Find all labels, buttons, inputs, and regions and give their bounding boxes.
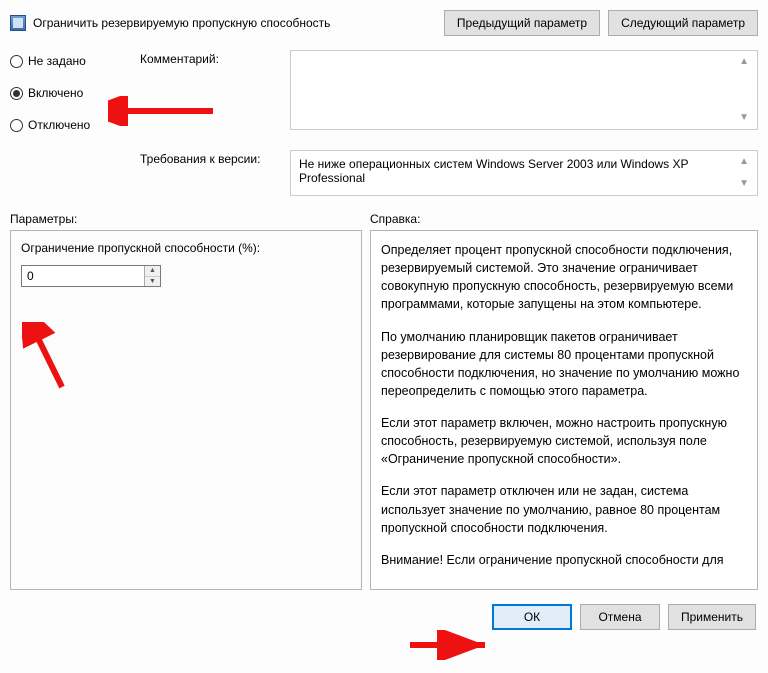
radio-disabled[interactable]: Отключено xyxy=(10,118,120,132)
cancel-button[interactable]: Отмена xyxy=(580,604,660,630)
next-setting-button[interactable]: Следующий параметр xyxy=(608,10,758,36)
help-paragraph: Если этот параметр отключен или не задан… xyxy=(381,482,747,536)
help-paragraph: Если этот параметр включен, можно настро… xyxy=(381,414,747,468)
radio-not-configured-label: Не задано xyxy=(28,54,86,68)
comment-label: Комментарий: xyxy=(140,50,280,66)
help-panel: Определяет процент пропускной способност… xyxy=(370,230,758,590)
comment-textarea[interactable]: ▲ ▼ xyxy=(290,50,758,130)
radio-icon xyxy=(10,55,23,68)
scroll-down-icon[interactable]: ▼ xyxy=(739,113,749,123)
scroll-up-icon[interactable]: ▲ xyxy=(739,57,749,67)
bandwidth-limit-input[interactable] xyxy=(22,266,144,286)
radio-enabled[interactable]: Включено xyxy=(10,86,120,100)
requirements-text: Не ниже операционных систем Windows Serv… xyxy=(290,150,758,196)
radio-enabled-label: Включено xyxy=(28,86,83,100)
ok-button[interactable]: ОК xyxy=(492,604,572,630)
radio-not-configured[interactable]: Не задано xyxy=(10,54,120,68)
options-panel: Ограничение пропускной способности (%): … xyxy=(10,230,362,590)
window-title: Ограничить резервируемую пропускную спос… xyxy=(33,16,330,30)
help-paragraph: Определяет процент пропускной способност… xyxy=(381,241,747,314)
spinner-up-button[interactable]: ▲ xyxy=(145,266,160,277)
radio-icon xyxy=(10,87,23,100)
help-section-label: Справка: xyxy=(370,212,758,226)
options-section-label: Параметры: xyxy=(10,212,370,226)
requirements-label: Требования к версии: xyxy=(140,150,280,166)
scroll-up-icon[interactable]: ▲ xyxy=(739,157,749,167)
requirements-value: Не ниже операционных систем Windows Serv… xyxy=(299,157,739,185)
radio-disabled-label: Отключено xyxy=(28,118,90,132)
spinner-down-button[interactable]: ▼ xyxy=(145,277,160,287)
help-paragraph: Внимание! Если ограничение пропускной сп… xyxy=(381,551,747,569)
radio-icon xyxy=(10,119,23,132)
policy-icon xyxy=(10,15,26,31)
bandwidth-limit-spinner[interactable]: ▲ ▼ xyxy=(21,265,161,287)
help-paragraph: По умолчанию планировщик пакетов огранич… xyxy=(381,328,747,401)
previous-setting-button[interactable]: Предыдущий параметр xyxy=(444,10,600,36)
bandwidth-limit-label: Ограничение пропускной способности (%): xyxy=(21,241,351,255)
scroll-down-icon[interactable]: ▼ xyxy=(739,179,749,189)
apply-button[interactable]: Применить xyxy=(668,604,756,630)
